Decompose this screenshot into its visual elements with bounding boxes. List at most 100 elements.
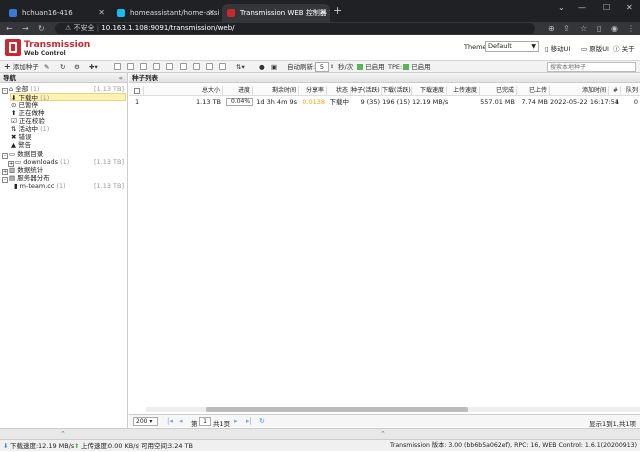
column-header[interactable]: 队列 [621, 86, 640, 96]
forward-icon[interactable]: → [22, 22, 29, 35]
column-checkbox[interactable] [129, 86, 144, 96]
plugin-menu-button[interactable]: ✚▾ [89, 62, 98, 72]
mobile-ui-link[interactable]: ▯ 移动UI [545, 43, 570, 53]
collapse-up-icon[interactable]: ⌃ [60, 430, 66, 438]
collapse-up-icon[interactable]: ⌃ [380, 430, 386, 438]
spinner-icon[interactable]: ⇕ [330, 62, 334, 72]
start-all-icon[interactable] [140, 63, 147, 70]
browser-tab-active[interactable]: Transmission WEB 控制器 1.6.1 ✕ [222, 4, 330, 22]
auto-refresh-checkbox[interactable]: 已启用 [357, 62, 385, 72]
original-ui-label: 原版UI [589, 45, 609, 53]
auto-refresh-unit: 秒/次 [338, 63, 354, 71]
column-header[interactable]: 种子(活跃) [351, 86, 382, 96]
move-icon[interactable] [206, 63, 213, 70]
nav-item-error[interactable]: ✖ 错误 [11, 133, 32, 141]
nav-item-trackers[interactable]: - ▤ 服务器分布 [2, 174, 50, 183]
page-size-select[interactable]: 200 ▾ [133, 417, 158, 426]
reannounce-icon[interactable] [193, 63, 200, 70]
plus-icon: + [4, 62, 11, 71]
collapse-toggle-icon[interactable]: - [2, 88, 8, 94]
close-tab-icon[interactable]: ✕ [319, 4, 326, 22]
add-torrent-button[interactable]: + 添加种子 [4, 62, 39, 72]
nav-item-statistics[interactable]: + ▥ 数据统计 [2, 166, 43, 175]
auto-refresh-input[interactable]: 5 [315, 62, 329, 72]
collapse-toggle-icon[interactable]: - [2, 177, 8, 183]
browser-tab[interactable]: homeassistant/home-assistan ✕ [112, 4, 219, 22]
tpe-checkbox[interactable]: 已启用 [403, 62, 431, 72]
refresh-icon[interactable]: ↻ [60, 62, 65, 72]
auto-refresh-value: 5 [319, 63, 325, 71]
nav-item-tracker-mteam[interactable]: ▮ m-team.cc (1) [1.13 TB] [14, 182, 126, 190]
nav-item-downloading[interactable]: ⬇ 下载中 (1) [10, 93, 126, 102]
server-icon: ▮ [14, 182, 18, 190]
nav-item-paused[interactable]: ⊙ 已暂停 [11, 101, 38, 109]
close-window-icon[interactable]: ✕ [626, 3, 633, 12]
verify-icon[interactable] [180, 63, 187, 70]
pause-icon[interactable] [127, 63, 134, 70]
nav-item-active[interactable]: ⇅ 活动中 (1) [11, 125, 49, 133]
column-header[interactable]: 上传速度 [447, 86, 480, 96]
column-header[interactable]: 已完成 [480, 86, 517, 96]
magnet-icon[interactable]: ✎ [44, 62, 49, 72]
sort-menu-button[interactable]: ⇅▾ [236, 62, 245, 72]
column-header[interactable]: 添加时间 [550, 86, 609, 96]
last-page-icon[interactable]: ▸| [246, 417, 252, 425]
nav-item-all[interactable]: - ⌂ 全部 (1) [1.13 TB] [2, 85, 126, 94]
settings-icon[interactable]: ⚙ [74, 62, 80, 72]
share-icon[interactable]: ⇪ [563, 22, 570, 35]
select-all-checkbox[interactable] [134, 88, 140, 94]
column-header[interactable]: 下载(活跃) [382, 86, 412, 96]
about-link[interactable]: ⓘ 关于 [613, 43, 635, 53]
back-icon[interactable]: ← [6, 22, 13, 35]
column-header[interactable]: 分享率 [299, 86, 327, 96]
column-header[interactable]: 已上传 [517, 86, 550, 96]
total-pages: 共1页 [213, 420, 231, 428]
address-bar[interactable]: ⚠ 不安全 | 10.163.1.108:9091/transmission/w… [55, 23, 535, 34]
remove-icon[interactable] [166, 63, 173, 70]
collapse-icon[interactable]: « [119, 73, 123, 83]
column-header[interactable]: # [609, 86, 621, 96]
cell-status: 下载中 [329, 98, 350, 106]
scrollbar-thumb[interactable] [206, 407, 468, 412]
column-header[interactable]: 剩余时间 [253, 86, 299, 96]
reload-icon[interactable]: ↻ [38, 22, 45, 35]
rename-icon[interactable] [219, 63, 226, 70]
sidebar-icon[interactable]: ▯ [597, 22, 601, 35]
column-header[interactable]: 进度 [223, 86, 253, 96]
alt-speed-icon[interactable]: ▣ [271, 62, 277, 72]
menu-icon[interactable]: ⋮ [627, 22, 635, 35]
nav-item-warning[interactable]: ▲ 警告 [11, 141, 31, 149]
close-tab-icon[interactable]: ✕ [98, 4, 105, 22]
tab-search-icon[interactable]: ⌄ [558, 3, 565, 12]
profile-icon[interactable]: ◉ [611, 22, 618, 35]
refresh-icon[interactable]: ↻ [259, 417, 265, 425]
maximize-icon[interactable]: ☐ [603, 3, 610, 12]
pause-all-icon[interactable] [153, 63, 160, 70]
search-input[interactable] [547, 62, 636, 72]
prev-page-icon[interactable]: ◂ [179, 417, 183, 425]
original-ui-link[interactable]: ▭ 原版UI [581, 43, 609, 53]
nav-item-downloads-dir[interactable]: + ▭ downloads (1) [1.13 TB] [8, 158, 126, 167]
nav-item-seeding[interactable]: ⬆ 正在做种 [11, 109, 45, 117]
next-page-icon[interactable]: ▸ [234, 417, 238, 425]
column-header[interactable]: 状态 [327, 86, 351, 96]
page-input[interactable]: 1 [199, 417, 211, 426]
stop-icon[interactable]: ● [259, 62, 265, 72]
column-header[interactable]: 总大小 [184, 86, 223, 96]
minimize-icon[interactable]: — [578, 3, 586, 12]
translate-icon[interactable]: ⊕ [548, 22, 555, 35]
first-page-icon[interactable]: |◂ [167, 417, 173, 425]
security-warning-icon[interactable]: ⚠ [65, 24, 74, 32]
new-tab-button[interactable]: + [333, 4, 342, 17]
column-header[interactable]: 下载速度 [412, 86, 447, 96]
nav-item-data-dirs[interactable]: - ▭ 数据目录 [2, 150, 43, 159]
start-icon[interactable] [114, 63, 121, 70]
bookmark-star-icon[interactable]: ☆ [580, 22, 587, 35]
close-tab-icon[interactable]: ✕ [208, 4, 215, 22]
nav-item-checking[interactable]: ☑ 正在校验 [11, 117, 45, 125]
horizontal-scrollbar[interactable] [146, 407, 640, 412]
separator: | [137, 442, 140, 450]
checkbox-checked-icon [403, 64, 409, 70]
browser-tab[interactable]: hchuan16-416 ✕ [4, 4, 109, 22]
theme-select[interactable]: Default ▼ [485, 41, 539, 52]
